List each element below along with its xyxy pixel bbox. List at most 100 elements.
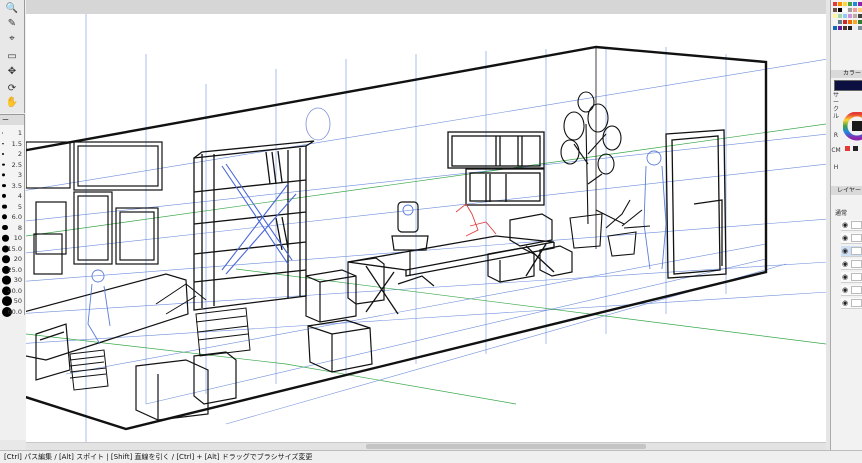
color-swatch[interactable] [848,2,852,6]
layer-visibility-eye-icon[interactable]: ◉ [842,273,848,281]
potted-plant-fern [595,199,651,257]
shelf-blue-bracing [221,163,297,275]
zoom-tool-icon[interactable]: 🔍 [2,2,22,16]
wall-clock-sketch [305,107,331,141]
brush-size-dot-icon [2,163,5,166]
brush-size-dot-icon [2,234,9,242]
layer-row[interactable]: ◉ [841,298,862,309]
potted-plant-tree [560,91,622,249]
right-side-panel: カラー サークル R CM H レイヤー 通常 ◉ ◉ ◉ ◉ ◉ ◉ ◉ [830,0,862,450]
brush-size-dot-icon [2,204,7,209]
room-box-outline [26,45,768,431]
tab-cmy[interactable]: CM [831,147,841,154]
color-swatch[interactable] [838,20,842,24]
color-swatch[interactable] [853,20,857,24]
paper-stacks [69,283,251,391]
lasso-tool-icon[interactable]: ⟳ [2,82,22,96]
color-swatch[interactable] [858,8,862,12]
color-panel-header: カラー [831,70,862,78]
layer-visibility-eye-icon[interactable]: ◉ [842,221,848,229]
layer-thumbnail [851,286,862,294]
status-bar-hint: [Ctrl] パス編集 / [Alt] スポイト | [Shift] 直線を引く… [0,450,862,462]
color-swatch[interactable] [833,26,837,30]
current-color-chip[interactable] [834,80,862,91]
room-perspective-drawing [26,14,826,442]
layer-panel-header: レイヤー [831,186,862,195]
color-swatch[interactable] [848,26,852,30]
layer-visibility-eye-icon[interactable]: ◉ [842,286,848,294]
color-swatch[interactable] [833,14,837,18]
layer-visibility-eye-icon[interactable]: ◉ [842,247,848,255]
brush-size-option[interactable]: 60.0 [0,306,24,318]
color-swatch[interactable] [848,14,852,18]
pen-tool-icon[interactable]: ✎ [2,17,22,31]
tab-circle[interactable]: サークル [831,92,841,120]
wall-bookshelf-right [447,131,545,206]
color-swatch[interactable] [843,26,847,30]
tab-hsv[interactable]: H [831,164,841,171]
select-tool-icon[interactable]: ▭ [2,50,22,64]
layer-thumbnail [851,247,862,255]
tool-palette: 🔍 ✎ ⌖ ▭ ✥ ⟳ ✋ [0,0,25,113]
brush-size-dot-icon [2,296,12,306]
brush-size-label: 60.0 [7,307,22,316]
color-swatch[interactable] [833,8,837,12]
sofa [26,273,189,381]
color-wheel[interactable] [843,112,862,158]
color-swatch[interactable] [858,14,862,18]
layer-row[interactable]: ◉ [841,233,862,244]
color-swatch[interactable] [838,14,842,18]
color-swatch[interactable] [833,20,837,24]
color-swatch[interactable] [853,8,857,12]
layer-row[interactable]: ◉ [841,285,862,296]
canvas-nav-buttons[interactable] [0,440,26,450]
color-swatch[interactable] [843,8,847,12]
color-swatch[interactable] [838,26,842,30]
color-swatch[interactable] [838,2,842,6]
drawing-canvas[interactable] [26,14,826,442]
brush-size-panel-header: ー [0,115,24,125]
color-swatch[interactable] [843,20,847,24]
color-swatch[interactable] [858,26,862,30]
layer-thumbnail [851,273,862,281]
color-swatch[interactable] [858,20,862,24]
color-swatch[interactable] [853,26,857,30]
layer-thumbnail [851,260,862,268]
tall-bookshelf-left [193,140,315,311]
color-swatch[interactable] [838,8,842,12]
layer-visibility-eye-icon[interactable]: ◉ [842,299,848,307]
brush-size-dot-icon [2,173,6,177]
wall-picture-frames [26,141,163,275]
blend-mode-select[interactable]: 通常 [835,208,847,217]
paint-app-window: 🔍 ✎ ⌖ ▭ ✥ ⟳ ✋ ー 1 1.5 2 2.5 3 3.5 4 5 6.0 8 10 15.0… [0,0,862,462]
layer-visibility-eye-icon[interactable]: ◉ [842,234,848,242]
horizontal-scroll-thumb[interactable] [366,444,646,449]
layer-row[interactable]: ◉ [841,259,862,270]
color-swatch[interactable] [848,20,852,24]
color-swatch[interactable] [853,2,857,6]
layer-row[interactable]: ◉ [841,220,862,231]
color-swatch[interactable] [833,2,837,6]
red-figure-sketch [455,203,497,237]
eyedropper-tool-icon[interactable]: ⌖ [2,32,22,46]
color-swatch[interactable] [843,2,847,6]
brush-size-panel: ー 1 1.5 2 2.5 3 3.5 4 5 6.0 8 10 15.0 20 25.0 30 40.0 50… [0,114,25,318]
layer-visibility-eye-icon[interactable]: ◉ [842,260,848,268]
brush-size-dot-icon [2,152,5,156]
brush-size-dot-icon [2,255,10,263]
tab-rgb[interactable]: R [831,132,841,139]
color-swatch[interactable] [858,2,862,6]
brush-size-dot-icon [2,193,7,199]
brush-size-dot-icon [2,224,8,231]
color-swatch[interactable] [853,14,857,18]
hand-tool-icon[interactable]: ✋ [2,96,22,110]
color-swatch[interactable] [843,14,847,18]
brush-size-dot-icon [2,183,6,188]
color-swatch-palette[interactable] [831,0,862,66]
color-swatch[interactable] [848,8,852,12]
move-tool-icon[interactable]: ✥ [2,65,22,79]
layer-row[interactable]: ◉ [841,272,862,283]
brush-size-dot-icon [2,142,4,145]
layer-row[interactable]: ◉ [841,246,862,257]
canvas-top-margin [26,0,826,14]
